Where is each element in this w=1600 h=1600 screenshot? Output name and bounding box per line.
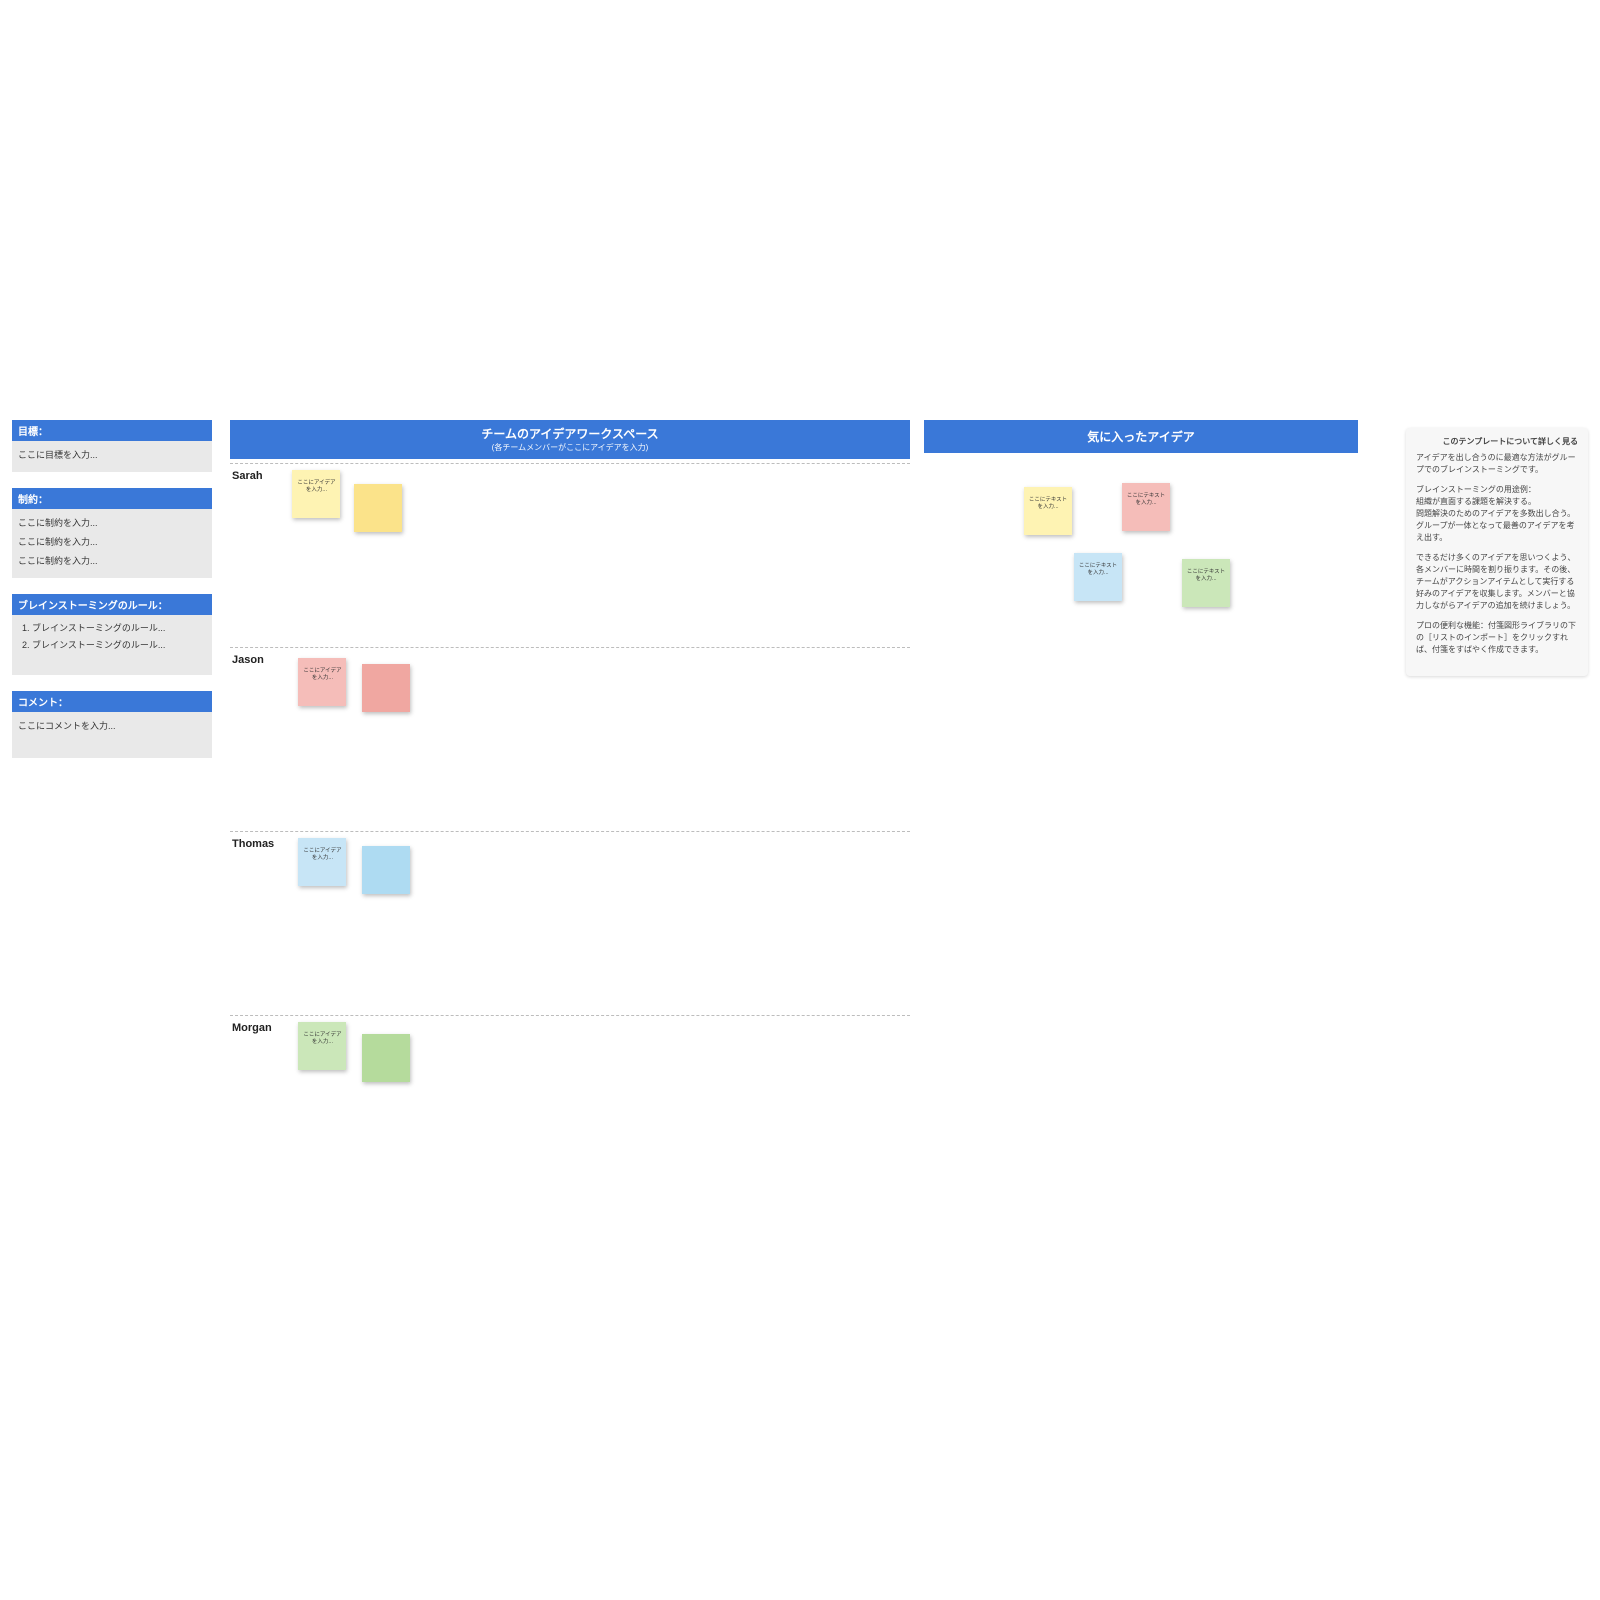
info-paragraph: アイデアを出し合うのに最適な方法がグループでのブレインストーミングです。 — [1416, 452, 1578, 476]
member-name: Thomas — [232, 838, 284, 850]
left-panels: 目標： ここに目標を入力... 制約： ここに制約を入力... ここに制約を入力… — [12, 420, 212, 774]
rules-header: ブレインストーミングのルール： — [12, 594, 212, 615]
info-card: このテンプレートについて詳しく見る アイデアを出し合うのに最適な方法がグループで… — [1406, 428, 1588, 676]
comments-panel: コメント： ここにコメントを入力... — [12, 691, 212, 758]
constraints-line[interactable]: ここに制約を入力... — [18, 551, 206, 570]
workspace-title: チームのアイデアワークスペース — [230, 425, 910, 442]
rules-panel: ブレインストーミングのルール： ブレインストーミングのルール... ブレインスト… — [12, 594, 212, 675]
comments-placeholder[interactable]: ここにコメントを入力... — [18, 716, 206, 735]
constraints-panel: 制約： ここに制約を入力... ここに制約を入力... ここに制約を入力... — [12, 488, 212, 578]
sticky-note[interactable]: ここにアイデアを入力... — [298, 838, 346, 886]
sticky-note[interactable]: ここにテキストを入力... — [1122, 483, 1170, 531]
rules-item[interactable]: ブレインストーミングのルール... — [32, 619, 206, 636]
member-name: Morgan — [232, 1022, 284, 1034]
sticky-note[interactable]: ここにテキストを入力... — [1182, 559, 1230, 607]
sticky-note[interactable] — [362, 846, 410, 894]
goals-panel: 目標： ここに目標を入力... — [12, 420, 212, 472]
constraints-line[interactable]: ここに制約を入力... — [18, 532, 206, 551]
member-row-morgan: Morgan ここにアイデアを入力... — [230, 1015, 910, 1165]
sticky-note[interactable]: ここにアイデアを入力... — [298, 658, 346, 706]
sticky-note[interactable]: ここにアイデアを入力... — [298, 1022, 346, 1070]
constraints-header: 制約： — [12, 488, 212, 509]
rules-item[interactable]: ブレインストーミングのルール... — [32, 636, 206, 653]
member-row-thomas: Thomas ここにアイデアを入力... — [230, 831, 910, 1015]
member-name: Jason — [232, 654, 284, 666]
goals-placeholder[interactable]: ここに目標を入力... — [18, 445, 206, 464]
sticky-note[interactable] — [354, 484, 402, 532]
favorites-title: 気に入ったアイデア — [924, 420, 1358, 453]
sticky-note[interactable]: ここにテキストを入力... — [1074, 553, 1122, 601]
constraints-line[interactable]: ここに制約を入力... — [18, 513, 206, 532]
sticky-note[interactable] — [362, 1034, 410, 1082]
info-paragraph: プロの便利な機能：付箋図形ライブラリの下の［リストのインポート］をクリックすれば… — [1416, 620, 1578, 656]
sticky-note[interactable]: ここにテキストを入力... — [1024, 487, 1072, 535]
favorites-canvas: ここにテキストを入力... ここにテキストを入力... ここにテキストを入力..… — [924, 453, 1358, 653]
workspace-subtitle: (各チームメンバーがここにアイデアを入力) — [230, 442, 910, 453]
workspace: チームのアイデアワークスペース (各チームメンバーがここにアイデアを入力) Sa… — [230, 420, 910, 1165]
info-paragraph: ブレインストーミングの用途例： 組織が直面する課題を解決する。 問題解決のための… — [1416, 484, 1578, 544]
favorites-panel: 気に入ったアイデア ここにテキストを入力... ここにテキストを入力... ここ… — [924, 420, 1358, 653]
member-row-jason: Jason ここにアイデアを入力... — [230, 647, 910, 831]
sticky-note[interactable]: ここにアイデアを入力... — [292, 470, 340, 518]
sticky-note[interactable] — [362, 664, 410, 712]
member-row-sarah: Sarah ここにアイデアを入力... — [230, 463, 910, 647]
comments-header: コメント： — [12, 691, 212, 712]
info-paragraph: できるだけ多くのアイデアを思いつくよう、各メンバーに時間を割り振ります。その後、… — [1416, 552, 1578, 612]
goals-header: 目標： — [12, 420, 212, 441]
workspace-header: チームのアイデアワークスペース (各チームメンバーがここにアイデアを入力) — [230, 420, 910, 459]
member-name: Sarah — [232, 470, 284, 482]
info-title: このテンプレートについて詳しく見る — [1416, 436, 1578, 448]
